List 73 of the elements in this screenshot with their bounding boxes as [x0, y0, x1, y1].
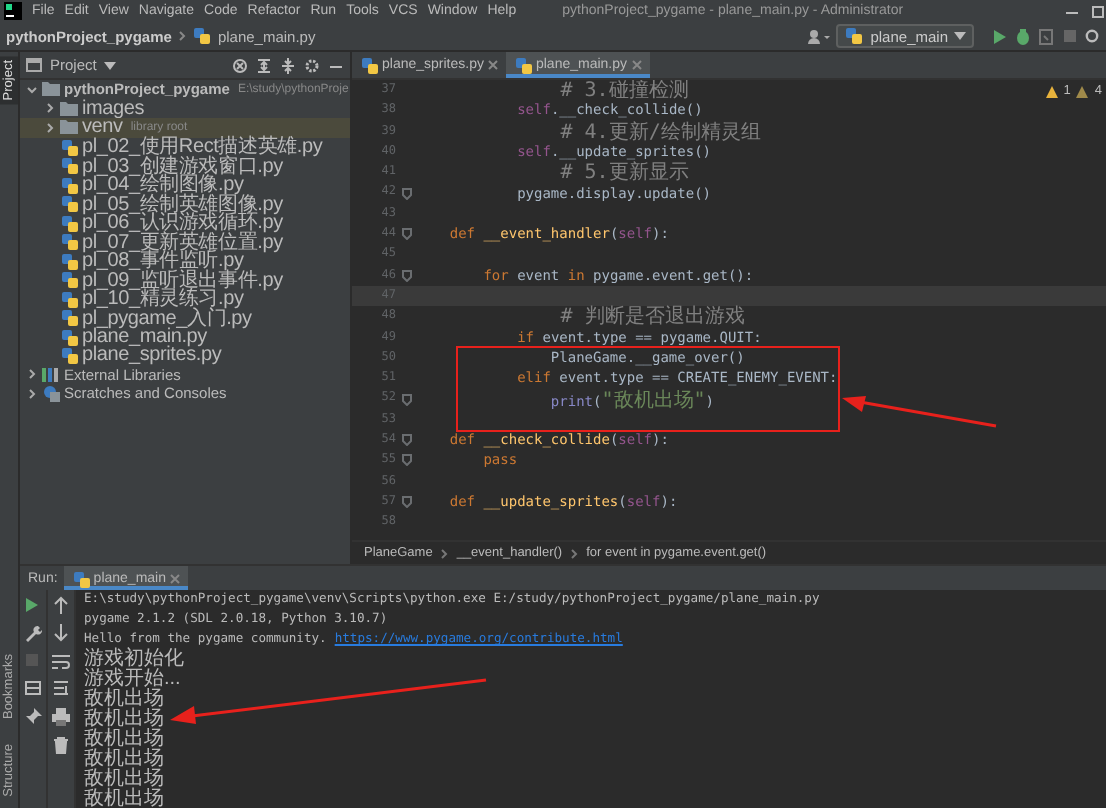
- app-logo-icon: [4, 2, 22, 20]
- tree-item[interactable]: pl_pygame_入门.py: [20, 308, 350, 327]
- fold-icon[interactable]: [401, 434, 411, 447]
- bug-icon[interactable]: [1014, 27, 1032, 45]
- console-line: 游戏开始...: [84, 670, 183, 690]
- chevron-right-icon[interactable]: [44, 121, 56, 134]
- coverage-icon[interactable]: [1038, 27, 1056, 45]
- chevron-down-icon[interactable]: [26, 83, 38, 96]
- caret-icon: [954, 32, 966, 40]
- tree-item[interactable]: images: [20, 99, 350, 118]
- tree-item[interactable]: pl_02_使用Rect描述英雄.py: [20, 137, 350, 156]
- warning-icon: [1076, 85, 1089, 97]
- fold-icon[interactable]: [401, 187, 411, 200]
- tree-item[interactable]: pl_04_绘制图像.py: [20, 175, 350, 194]
- tree-item[interactable]: pl_07_更新英雄位置.py: [20, 232, 350, 251]
- python-file-icon: [360, 56, 378, 74]
- console-line: 游戏初始化: [84, 650, 186, 670]
- library-icon: [42, 365, 60, 384]
- caret-icon[interactable]: [104, 61, 117, 69]
- code-line: # 4.更新/绘制精灵组: [558, 119, 761, 145]
- chevron-icon: [440, 547, 449, 559]
- maximize-icon[interactable]: [1090, 3, 1106, 19]
- tree-item[interactable]: pl_10_精灵练习.py: [20, 289, 350, 308]
- console-line: 敌机出场: [84, 750, 166, 770]
- print-icon[interactable]: [52, 708, 70, 726]
- tree-item[interactable]: pl_08_事件监听.py: [20, 251, 350, 270]
- user-icon[interactable]: [806, 27, 831, 45]
- code-line: # 3.碰撞检测: [558, 80, 689, 103]
- python-file-icon: [513, 56, 532, 74]
- arrow-down-icon[interactable]: [52, 624, 70, 642]
- layout-icon[interactable]: [24, 680, 42, 698]
- run-icon[interactable]: [24, 596, 42, 614]
- console-line: 敌机出场: [84, 790, 166, 808]
- tree-item[interactable]: pl_09_监听退出事件.py: [20, 270, 350, 289]
- soft-wrap-icon[interactable]: [52, 652, 70, 670]
- tree-item[interactable]: pl_06_认识游戏循环.py: [20, 213, 350, 232]
- python-icon: [71, 569, 90, 587]
- trash-icon[interactable]: [52, 736, 70, 754]
- settings-icon[interactable]: [304, 57, 320, 73]
- arrow-up-icon[interactable]: [52, 596, 70, 614]
- collapse-all-icon[interactable]: [280, 57, 296, 73]
- chevron-icon: [177, 30, 186, 42]
- fold-icon[interactable]: [401, 228, 411, 241]
- tree-item-label: venv: [82, 116, 123, 139]
- console-line: 敌机出场: [84, 730, 166, 750]
- tree-item[interactable]: pl_05_绘制英雄图像.py: [20, 194, 350, 213]
- chevron-right-icon[interactable]: [44, 102, 56, 115]
- close-icon[interactable]: [487, 60, 498, 70]
- warning-icon: [1045, 85, 1058, 97]
- fold-icon[interactable]: [401, 496, 411, 509]
- run-icon[interactable]: [992, 27, 1008, 45]
- chevron-right-icon[interactable]: [26, 387, 38, 400]
- code-line: # 判断是否退出游戏: [558, 303, 745, 331]
- fold-icon[interactable]: [401, 454, 411, 467]
- fold-icon[interactable]: [401, 269, 411, 282]
- wrench-icon[interactable]: [24, 624, 42, 642]
- python-icon: [844, 26, 865, 46]
- scratches-icon: [42, 384, 60, 403]
- console-line: 敌机出场: [84, 770, 166, 790]
- console-line: 敌机出场: [84, 710, 166, 730]
- panel-icon: [26, 58, 42, 72]
- pin-icon[interactable]: [24, 708, 42, 726]
- tree-item[interactable]: plane_main.py: [20, 327, 350, 346]
- scroll-to-end-icon[interactable]: [52, 680, 70, 698]
- console-line: 敌机出场: [84, 690, 166, 710]
- tree-item[interactable]: pl_03_创建游戏窗口.py: [20, 156, 350, 175]
- chevron-icon: [570, 547, 579, 559]
- tree-item[interactable]: plane_sprites.py: [20, 346, 350, 365]
- expand-all-icon[interactable]: [256, 57, 272, 73]
- fold-icon[interactable]: [401, 393, 411, 406]
- python-file-icon: [191, 26, 212, 46]
- chevron-right-icon[interactable]: [26, 368, 38, 381]
- code-line: # 5.更新显示: [558, 160, 689, 187]
